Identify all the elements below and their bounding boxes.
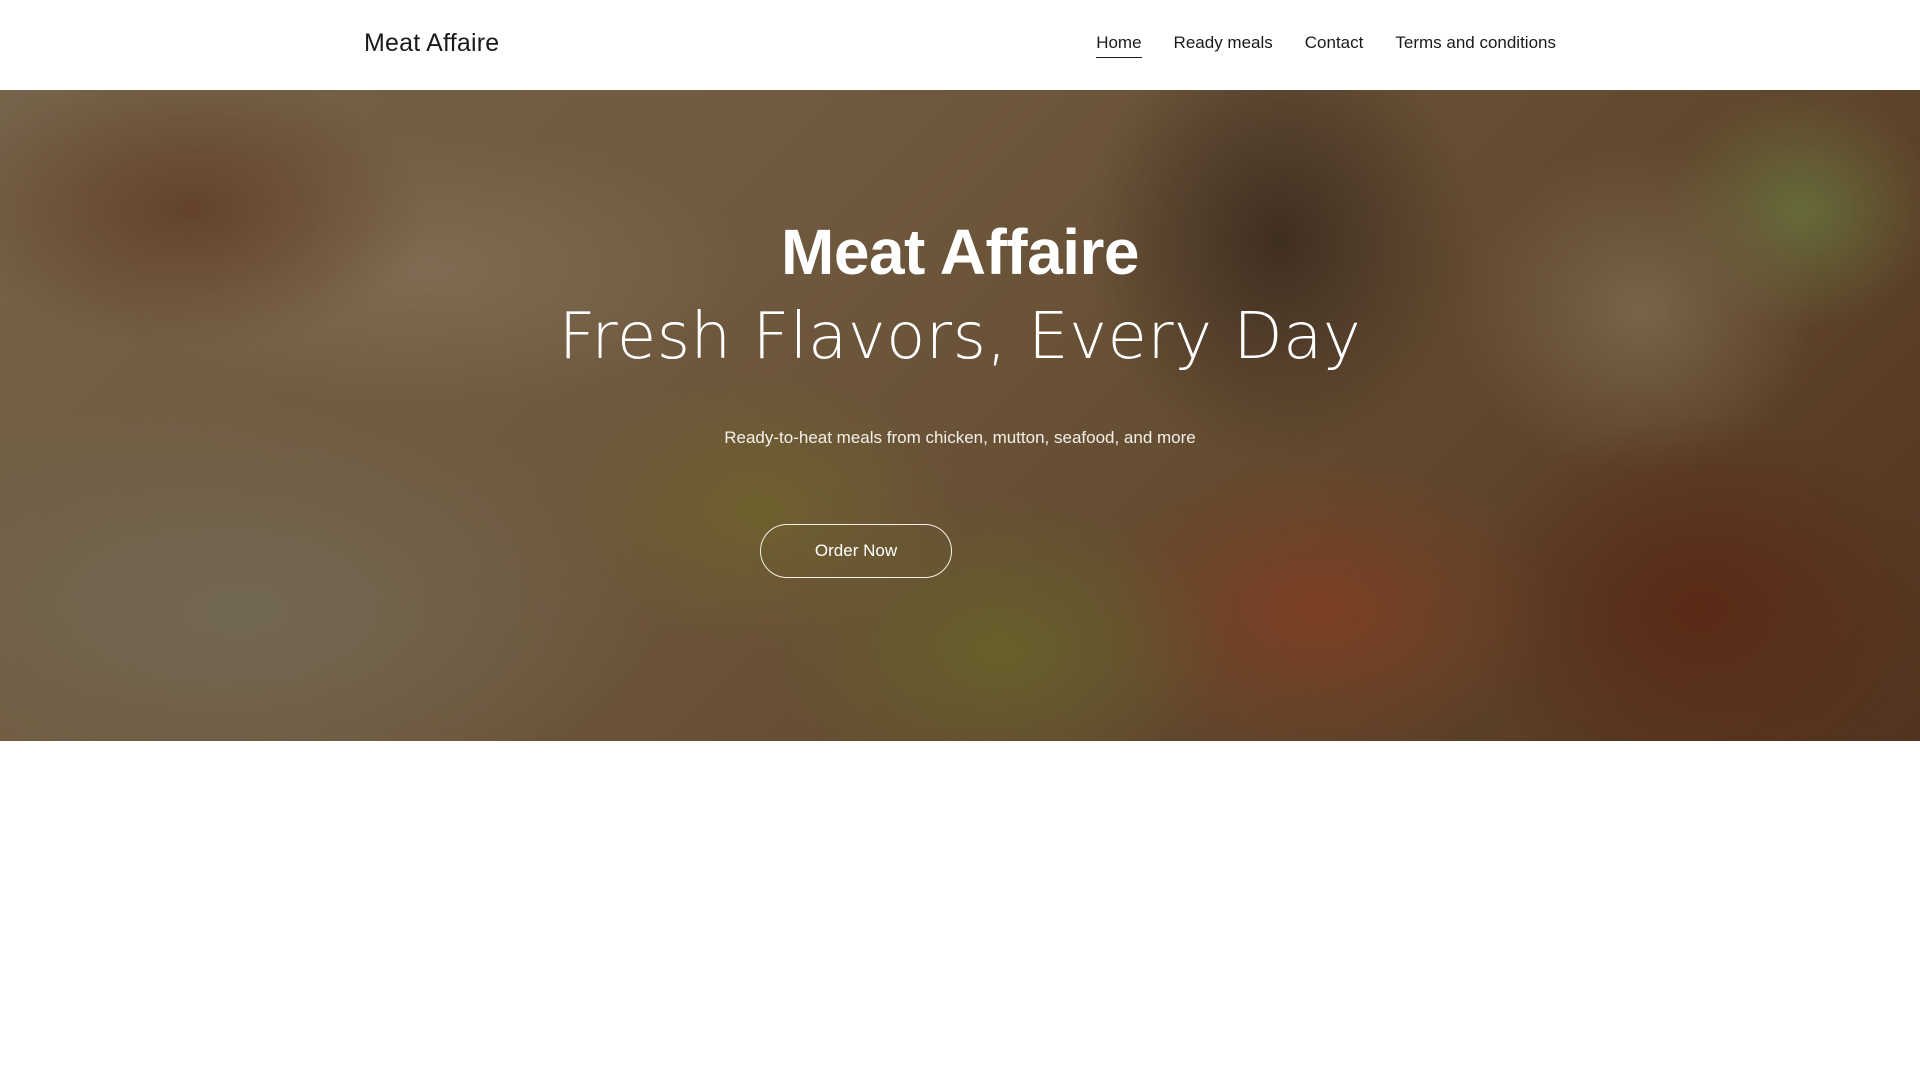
hero-title: Meat Affaire — [781, 216, 1139, 288]
nav-item-terms[interactable]: Terms and conditions — [1395, 33, 1556, 58]
main-nav: Home Ready meals Contact Terms and condi… — [1096, 33, 1556, 58]
hero-description: Ready-to-heat meals from chicken, mutton… — [724, 428, 1196, 447]
hero-banner: Meat Affaire Fresh Flavors, Every Day Re… — [0, 90, 1920, 741]
order-now-button[interactable]: Order Now — [760, 524, 952, 578]
nav-item-contact[interactable]: Contact — [1305, 33, 1364, 58]
hero-subtitle: Fresh Flavors, Every Day — [558, 300, 1362, 374]
page-content-area — [0, 741, 1920, 1080]
site-logo[interactable]: Meat Affaire — [364, 29, 499, 58]
nav-item-ready-meals[interactable]: Ready meals — [1174, 33, 1273, 58]
nav-item-home[interactable]: Home — [1096, 33, 1142, 58]
hero-background-image — [0, 90, 1920, 741]
site-header: Meat Affaire Home Ready meals Contact Te… — [0, 0, 1920, 90]
